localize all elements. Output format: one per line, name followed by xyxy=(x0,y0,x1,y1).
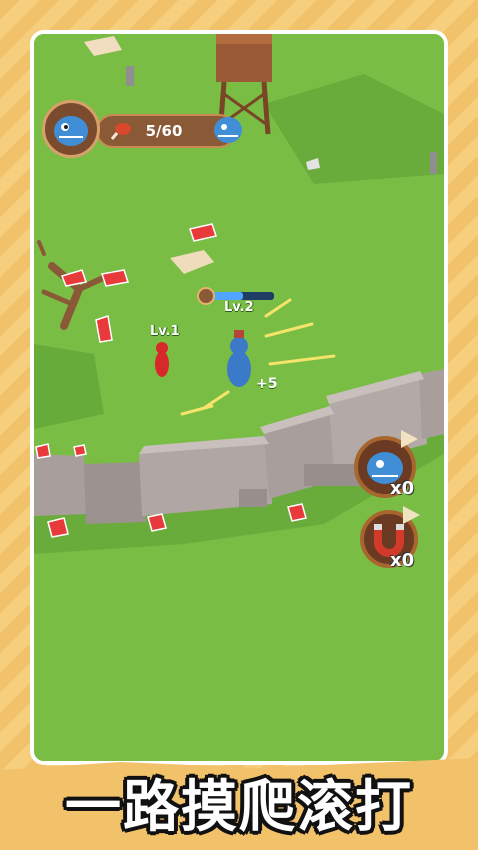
post xyxy=(430,152,437,174)
blue-dinosaur-icon xyxy=(42,100,100,158)
xp-bar-fill xyxy=(212,292,243,300)
meat-icon xyxy=(110,123,131,140)
xp-gain-label: +5 xyxy=(256,376,278,392)
meat-icon xyxy=(197,287,215,305)
game-screen[interactable]: 5/60 Lv.2 Lv.1 +5 x0 x0 xyxy=(34,34,444,761)
game-frame: 5/60 Lv.2 Lv.1 +5 x0 x0 xyxy=(30,30,448,765)
magnet-powerup-count: x0 xyxy=(390,550,415,571)
post xyxy=(126,66,134,86)
meat-counter-hud: 5/60 xyxy=(42,100,242,164)
dinosaur-powerup-count: x0 xyxy=(390,478,415,499)
enemy-level-label: Lv.1 xyxy=(150,324,180,339)
meat-count: 5/60 xyxy=(145,122,183,140)
player-level-label: Lv.2 xyxy=(224,300,254,315)
banner-slogan: 一路摸爬滚打 xyxy=(65,775,413,840)
dinosaur-icon xyxy=(214,117,242,143)
play-ad-icon xyxy=(403,506,420,524)
play-ad-icon xyxy=(401,430,418,448)
enemy-dinosaur[interactable] xyxy=(155,342,169,377)
